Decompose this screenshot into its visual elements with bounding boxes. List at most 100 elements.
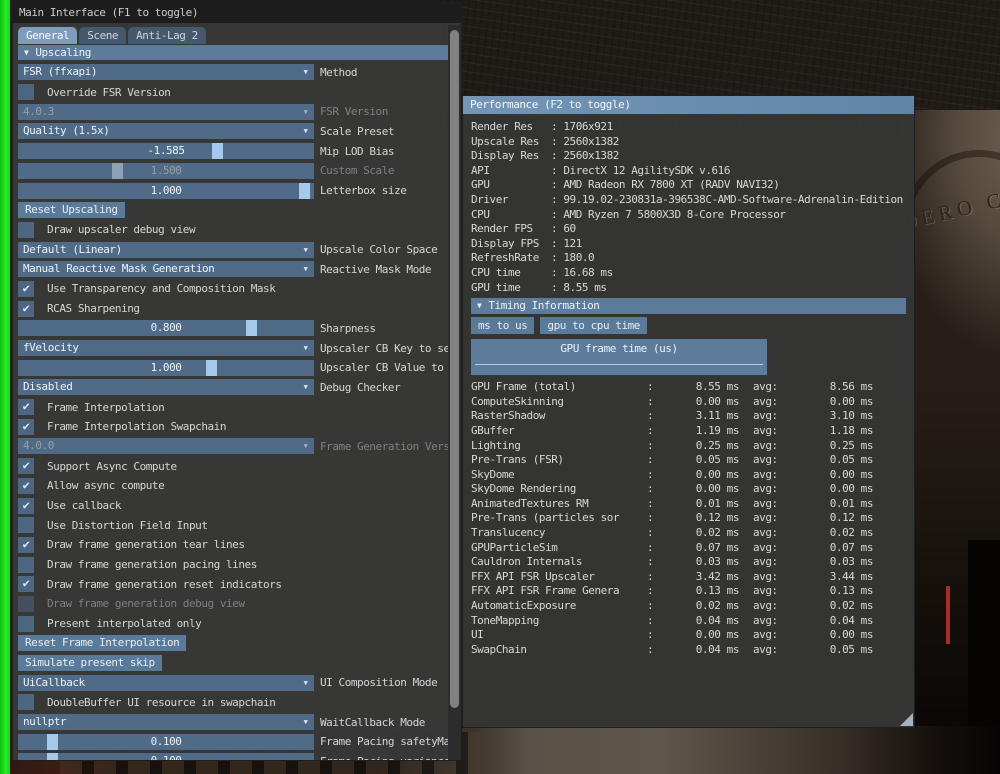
info-value: 2560x1382 [563,135,619,150]
timing-name: UI [471,628,647,643]
combo-upscale-color-space[interactable]: Default (Linear)▼ [18,242,314,258]
slider-frame-pacing-safetymarg[interactable]: 0.100 [18,734,314,750]
timing-avg-label: avg: [753,380,789,395]
control-row: nullptr▼ WaitCallback Mode [18,714,449,730]
checkbox-use-distortion-field-input[interactable] [18,517,34,533]
checkbox-use-callback[interactable]: ✔ [18,498,34,514]
timing-colon: : [647,599,655,614]
checkbox-present-interpolated-only[interactable] [18,616,34,632]
tab-general[interactable]: General [18,27,77,44]
timing-row: SwapChain:0.04 msavg:0.05 ms [471,643,906,658]
row-label: Mip LOD Bias [320,145,394,158]
info-line: Upscale Res: 2560x1382 [471,135,906,150]
tab-scene[interactable]: Scene [79,27,126,44]
timing-avg: 8.56 ms [789,380,873,395]
row-label: Present interpolated only [47,617,201,630]
timing-name: FFX API FSR Upscaler [471,570,647,585]
slider-frame-pacing-variancefa[interactable]: 0.100 [18,753,314,760]
row-label: Frame Interpolation [47,401,164,414]
slider-mip-lod-bias[interactable]: -1.585 [18,143,314,159]
slider-letterbox-size[interactable]: 1.000 [18,183,314,199]
info-label: CPU time [471,266,551,281]
info-line: CPU: AMD Ryzen 7 5800X3D 8-Core Processo… [471,208,906,223]
info-colon: : [551,193,563,208]
timing-colon: : [647,439,655,454]
combo-waitcallback-mode[interactable]: nullptr▼ [18,714,314,730]
row-label: FSR Version [320,105,388,118]
button-reset-frame-interpolation[interactable]: Reset Frame Interpolation [18,635,186,651]
button-ms-to-us[interactable]: ms to us [471,317,534,334]
tab-bar: GeneralSceneAnti-Lag 2 [18,27,206,44]
combo-frame-generation-versio[interactable]: 4.0.0▼ [18,438,314,454]
chevron-down-icon: ▼ [297,714,314,730]
timing-avg-label: avg: [753,468,789,483]
combo-upscaler-cb-key-to-set[interactable]: fVelocity▼ [18,340,314,356]
timing-name: GBuffer [471,424,647,439]
checkbox-doublebuffer-ui-resource-in-swapchain[interactable] [18,694,34,710]
timing-avg-label: avg: [753,541,789,556]
checkbox-draw-frame-generation-pacing-lines[interactable] [18,557,34,573]
checkbox-use-transparency-and-composition-mask[interactable]: ✔ [18,281,34,297]
combo-value: Default (Linear) [18,242,297,258]
combo-method[interactable]: FSR (ffxapi)▼ [18,64,314,80]
checkbox-frame-interpolation[interactable]: ✔ [18,399,34,415]
button-reset-upscaling[interactable]: Reset Upscaling [18,202,125,218]
control-row: Simulate present skip [18,655,449,671]
slider-sharpness[interactable]: 0.800 [18,320,314,336]
resize-grip[interactable] [900,713,913,726]
row-label: Allow async compute [47,479,164,492]
timing-row: UI:0.00 msavg:0.00 ms [471,628,906,643]
timing-colon: : [647,497,655,512]
combo-ui-composition-mode[interactable]: UiCallback▼ [18,675,314,691]
slider-upscaler-cb-value-to-se[interactable]: 1.000 [18,360,314,376]
control-row: Override FSR Version [18,84,449,100]
scrollbar-track[interactable] [448,25,461,760]
combo-fsr-version[interactable]: 4.0.3▼ [18,104,314,120]
chevron-down-icon: ▼ [24,48,28,57]
combo-reactive-mask-mode[interactable]: Manual Reactive Mask Generation▼ [18,261,314,277]
timing-name: AnimatedTextures RM [471,497,647,512]
checkbox-frame-interpolation-swapchain[interactable]: ✔ [18,419,34,435]
timing-name: SkyDome Rendering [471,482,647,497]
main-window-titlebar[interactable]: Main Interface (F1 to toggle) [13,3,461,23]
performance-window-titlebar[interactable]: Performance (F2 to toggle) [463,96,914,114]
info-line: API: DirectX 12 AgilitySDK v.616 [471,164,906,179]
checkbox-draw-frame-generation-reset-indicators[interactable]: ✔ [18,576,34,592]
button-simulate-present-skip[interactable]: Simulate present skip [18,655,162,671]
row-label: Use callback [47,499,121,512]
scrollbar-thumb[interactable] [450,30,459,708]
main-interface-window: Main Interface (F1 to toggle) GeneralSce… [12,2,462,761]
timing-colon: : [647,453,655,468]
checkbox-override-fsr-version[interactable] [18,84,34,100]
section-header-upscaling[interactable]: ▼Upscaling [18,45,449,60]
timing-row: SkyDome Rendering:0.00 msavg:0.00 ms [471,482,906,497]
checkbox-draw-frame-generation-debug-view[interactable] [18,596,34,612]
control-row: Draw frame generation debug view [18,596,449,612]
info-value: 60 [563,222,575,237]
timing-gap [739,643,753,658]
control-row: ✔RCAS Sharpening [18,301,449,317]
info-colon: : [551,237,563,252]
checkbox-rcas-sharpening[interactable]: ✔ [18,301,34,317]
checkbox-draw-frame-generation-tear-lines[interactable]: ✔ [18,537,34,553]
timing-avg-label: avg: [753,439,789,454]
timing-colon: : [647,380,655,395]
combo-debug-checker[interactable]: Disabled▼ [18,379,314,395]
timing-name: ComputeSkinning [471,395,647,410]
button-gpu-to-cpu-time[interactable]: gpu to cpu time [540,317,647,334]
control-row: 0.100Frame Pacing safetyMarg [18,734,449,750]
timing-colon: : [647,570,655,585]
combo-scale-preset[interactable]: Quality (1.5x)▼ [18,123,314,139]
timing-information-header[interactable]: ▼ Timing Information [471,298,906,314]
timing-avg-label: avg: [753,628,789,643]
timing-avg: 0.00 ms [789,395,873,410]
slider-custom-scale[interactable]: 1.500 [18,163,314,179]
timing-gap [739,614,753,629]
checkbox-draw-upscaler-debug-view[interactable] [18,222,34,238]
checkbox-support-async-compute[interactable]: ✔ [18,458,34,474]
chevron-down-icon: ▼ [297,675,314,691]
info-line: CPU time: 16.68 ms [471,266,906,281]
tab-anti-lag-2[interactable]: Anti-Lag 2 [128,27,206,44]
checkbox-allow-async-compute[interactable]: ✔ [18,478,34,494]
row-label: WaitCallback Mode [320,716,425,729]
